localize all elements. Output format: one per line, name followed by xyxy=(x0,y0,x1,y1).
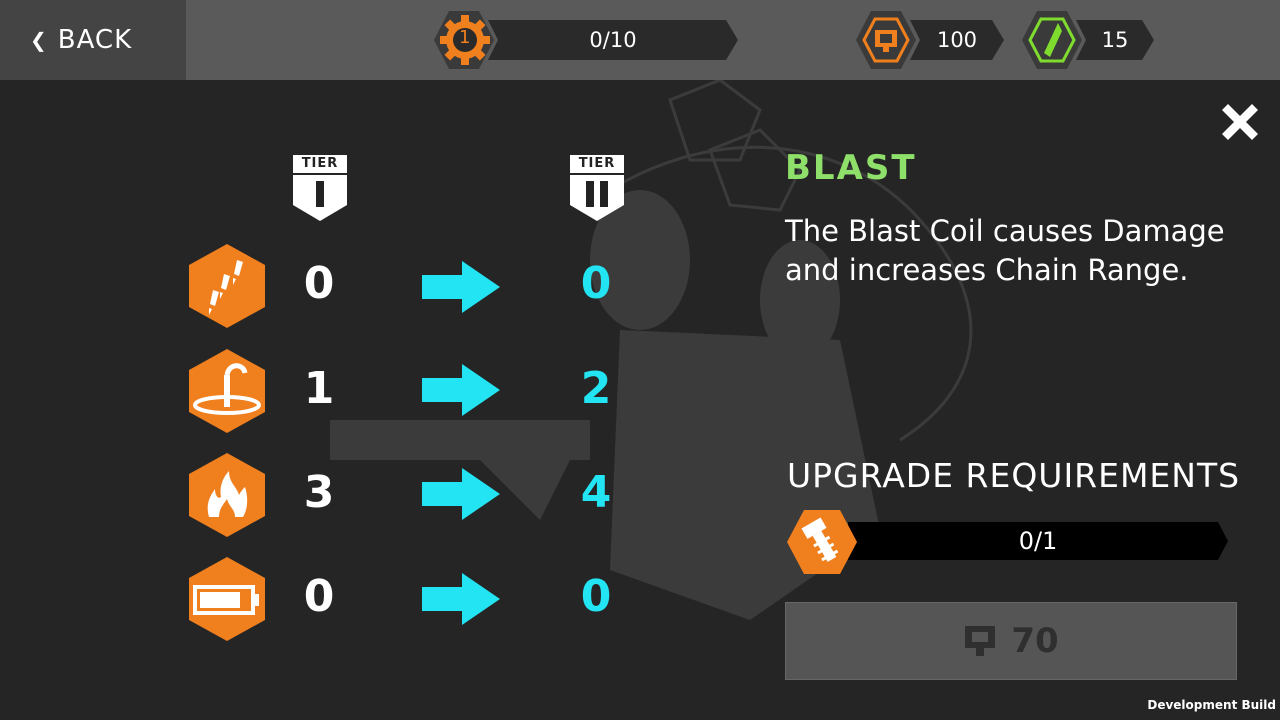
bolt-part-icon xyxy=(787,510,857,574)
level-badge: 1 xyxy=(434,9,494,71)
level-number: 1 xyxy=(459,27,471,48)
stat-2-next: 2 xyxy=(580,363,612,414)
upgrade-screen: ❮ BACK 0/10 1 100 15 TIER TIER 0 0 1 2 3… xyxy=(0,0,1280,720)
arrow-right-icon xyxy=(422,573,500,625)
stat-3-current: 3 xyxy=(303,467,335,518)
stat-4-next: 0 xyxy=(580,571,612,622)
dev-build-label: Development Build xyxy=(1147,698,1276,712)
crystal-icon xyxy=(1022,11,1082,69)
battery-icon xyxy=(189,557,265,641)
gems-value: 15 xyxy=(1101,28,1129,52)
close-icon[interactable] xyxy=(1216,98,1264,146)
rockets-icon xyxy=(189,244,265,328)
level-progress-pill: 0/10 xyxy=(488,20,738,60)
requirement-progress-text: 0/1 xyxy=(1018,527,1058,555)
stat-1-current: 0 xyxy=(303,258,335,309)
tier-1-header: TIER xyxy=(293,155,347,221)
coin-chip-icon xyxy=(856,11,916,69)
level-progress-text: 0/10 xyxy=(589,28,637,52)
tier-1-label: TIER xyxy=(293,155,347,173)
back-label: BACK xyxy=(57,25,133,55)
coins-badge xyxy=(856,9,916,71)
arrow-right-icon xyxy=(422,468,500,520)
stat-3-next: 4 xyxy=(580,467,612,518)
tier-2-label: TIER xyxy=(570,155,624,173)
fire-icon xyxy=(189,453,265,537)
ground-impact-icon xyxy=(189,349,265,433)
arrow-right-icon xyxy=(422,364,500,416)
item-title: BLAST xyxy=(785,148,917,188)
coins-pill: 100 xyxy=(910,20,1004,60)
upgrade-cost: 70 xyxy=(1011,621,1059,661)
stat-1-next: 0 xyxy=(580,258,612,309)
top-bar: ❮ BACK 0/10 1 100 15 xyxy=(0,0,1280,80)
upgrade-button[interactable]: 70 xyxy=(785,602,1237,680)
item-description: The Blast Coil causes Damage and increas… xyxy=(785,214,1225,287)
requirements-title: UPGRADE REQUIREMENTS xyxy=(787,456,1241,495)
stat-2-current: 1 xyxy=(303,363,335,414)
tier-1-shield-icon xyxy=(293,175,347,221)
gems-pill: 15 xyxy=(1076,20,1154,60)
coins-value: 100 xyxy=(936,28,978,52)
back-button[interactable]: ❮ BACK xyxy=(0,0,186,80)
chevron-left-icon: ❮ xyxy=(30,28,48,52)
tier-2-shield-icon xyxy=(570,175,624,221)
stat-4-current: 0 xyxy=(303,571,335,622)
tier-2-header: TIER xyxy=(570,155,624,221)
arrow-right-icon xyxy=(422,261,500,313)
gems-badge xyxy=(1022,9,1082,71)
coin-chip-icon xyxy=(965,626,996,656)
requirement-progress-bar: 0/1 xyxy=(848,522,1228,560)
